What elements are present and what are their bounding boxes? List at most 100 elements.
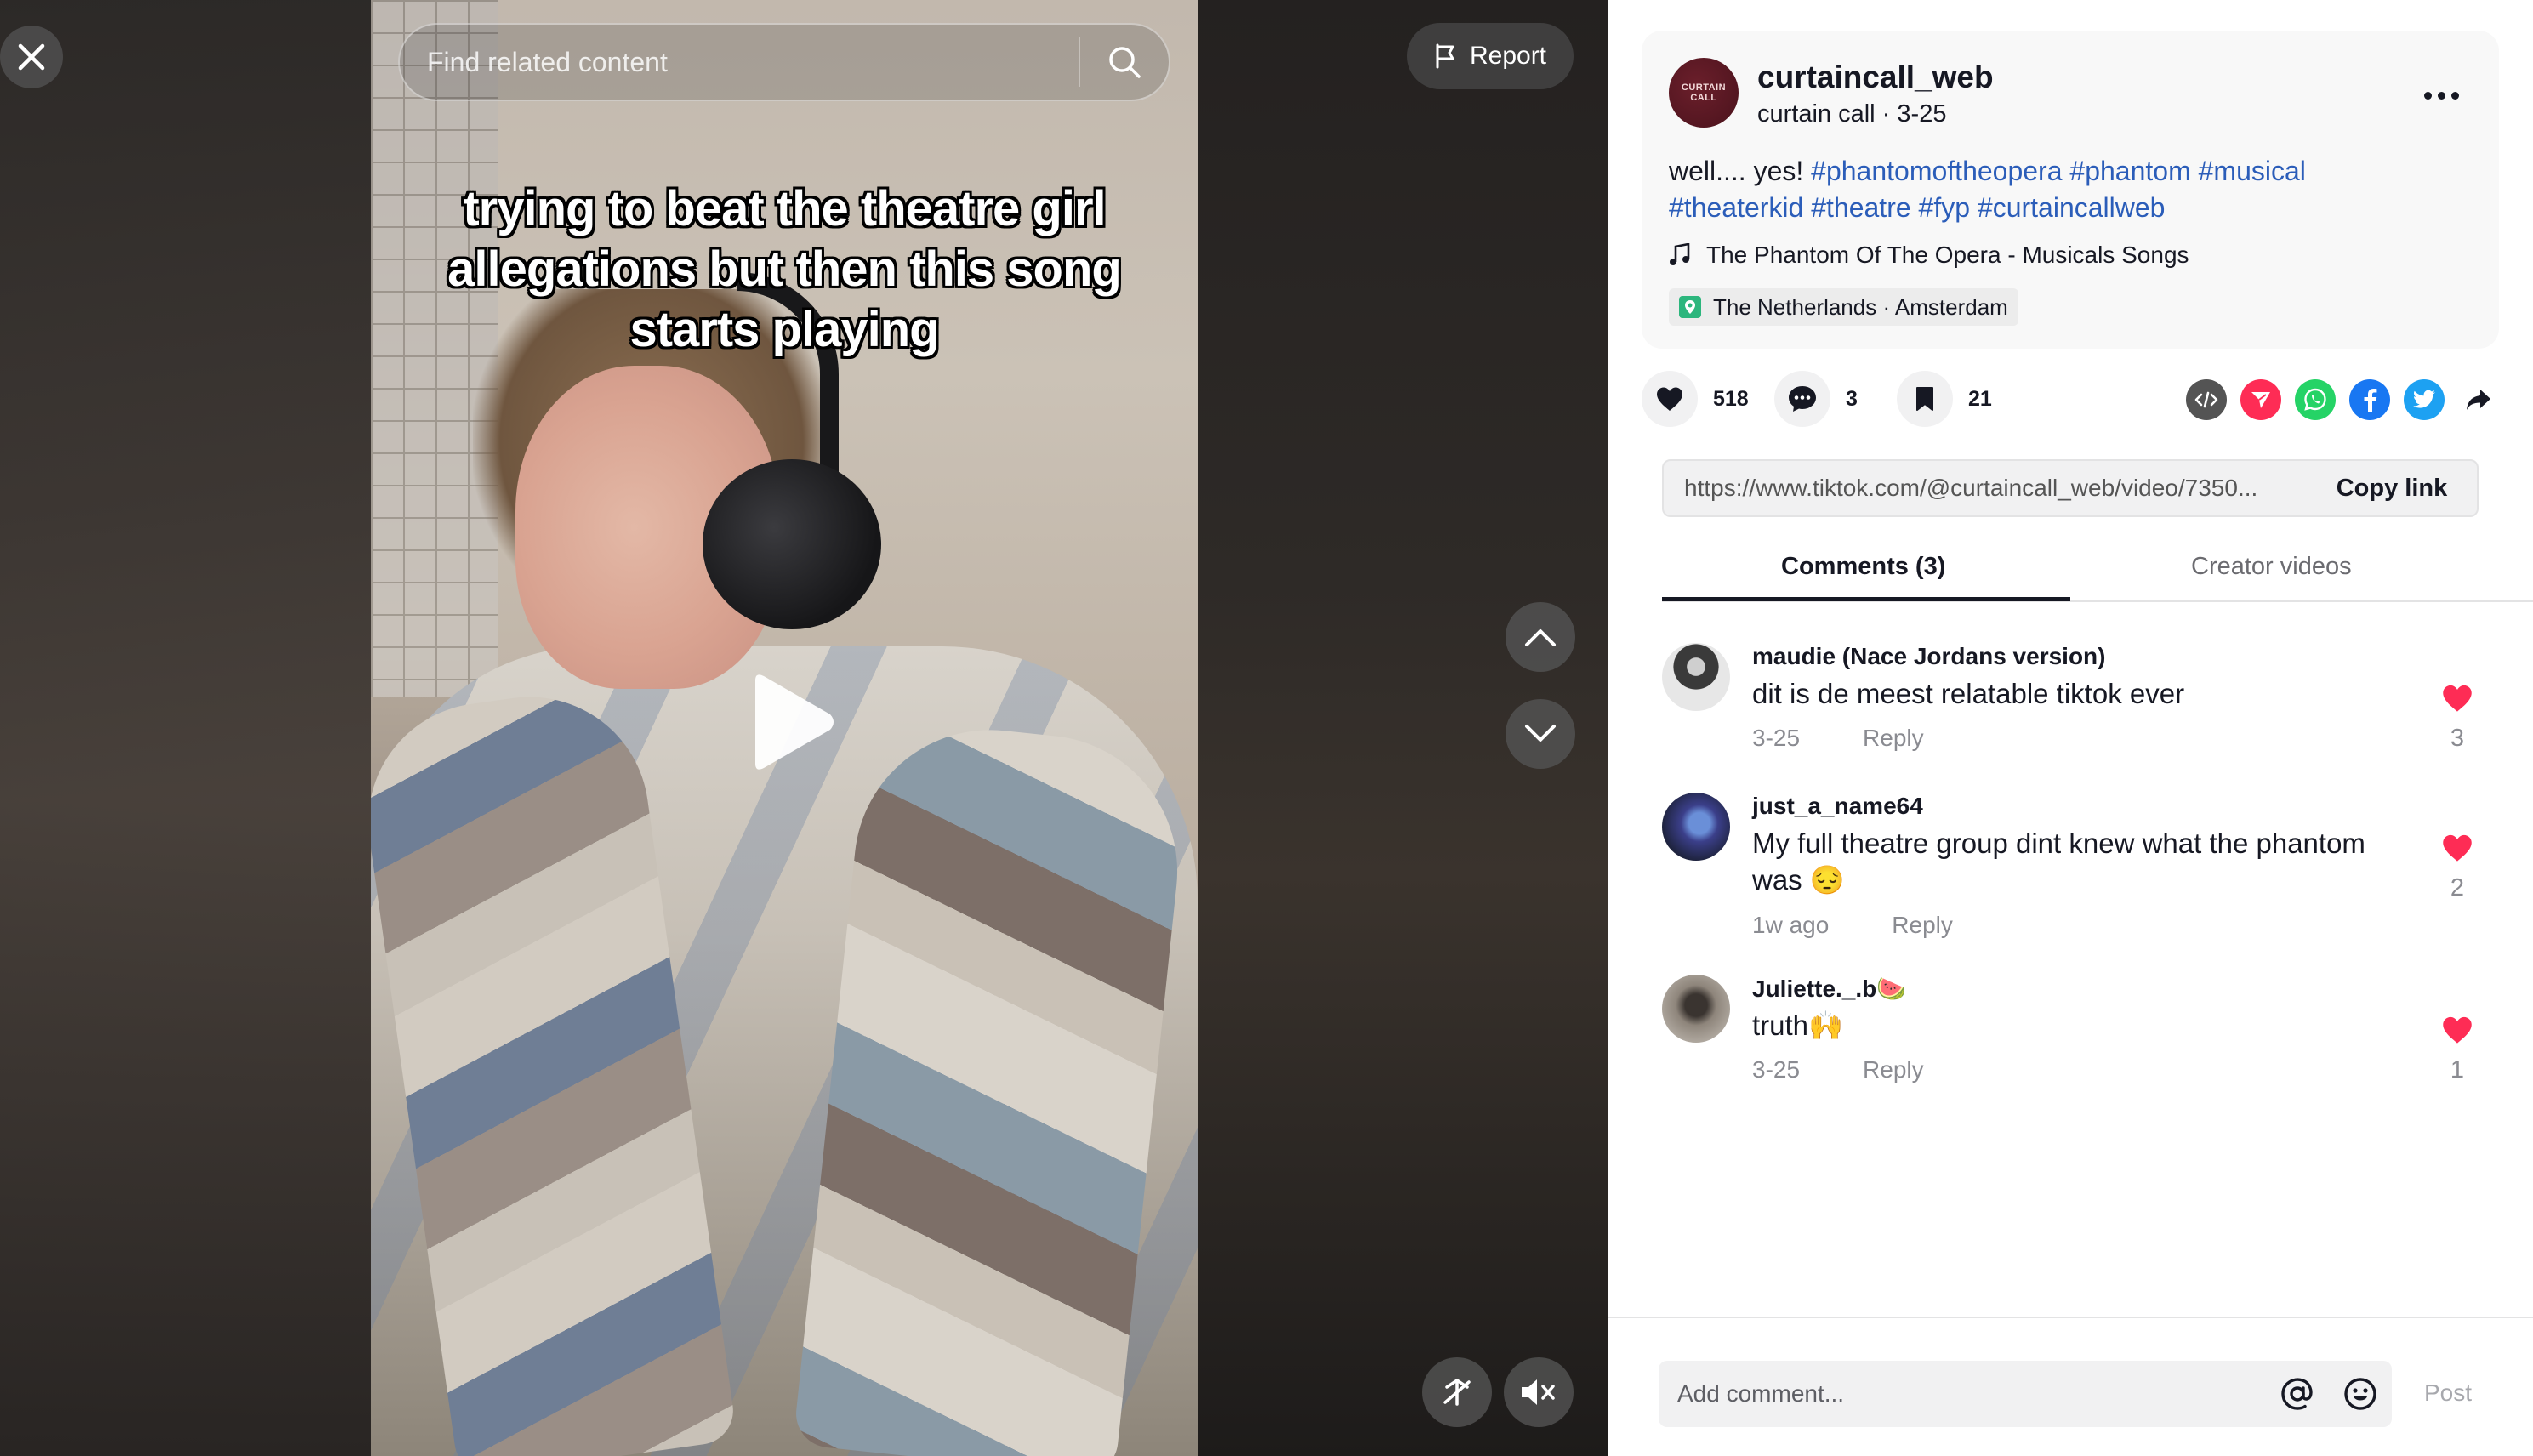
search-bar (398, 23, 1170, 101)
search-icon (1109, 47, 1141, 78)
hashtag-link[interactable]: #theatre (1811, 192, 1910, 223)
commenter-name[interactable]: just_a_name64 (1752, 793, 1923, 820)
music-link[interactable]: The Phantom Of The Opera - Musicals Song… (1669, 242, 2189, 269)
commenter-avatar[interactable] (1662, 643, 1730, 711)
commenter-name[interactable]: Juliette._.b🍉 (1752, 975, 1906, 1003)
add-comment-input[interactable] (1659, 1380, 2266, 1408)
mute-button[interactable] (1504, 1357, 1574, 1427)
blurred-background-left (0, 0, 371, 1456)
hashtag-link[interactable]: #curtaincallweb (1978, 192, 2166, 223)
copy-link-button[interactable]: Copy link (2307, 475, 2477, 503)
hashtag-link[interactable]: #phantom (2069, 156, 2190, 186)
save-button[interactable]: 21 (1897, 371, 1992, 427)
like-count: 518 (1713, 386, 1749, 411)
close-icon (18, 43, 45, 71)
previous-video-button[interactable] (1506, 602, 1575, 672)
comment-button[interactable]: 3 (1774, 371, 1858, 427)
whatsapp-button[interactable] (2295, 379, 2336, 420)
twitter-icon (2413, 390, 2435, 408)
video-stage: trying to beat the theatre girl allegati… (0, 0, 1608, 1456)
comment-like-button[interactable]: 2 (2436, 833, 2479, 902)
muted-speaker-icon (1522, 1379, 1555, 1405)
like-button[interactable]: 518 (1642, 371, 1749, 427)
comment-time: 1w ago (1752, 912, 1830, 938)
more-share-button[interactable] (2458, 379, 2499, 420)
search-button[interactable] (1080, 25, 1169, 100)
video-caption-overlay: trying to beat the theatre girl allegati… (447, 181, 1122, 357)
twitter-button[interactable] (2404, 379, 2445, 420)
details-panel: CURTAIN CALL curtaincall_web curtain cal… (1608, 0, 2533, 1456)
creator-avatar[interactable]: CURTAIN CALL (1669, 58, 1739, 128)
heart-icon (2443, 1016, 2472, 1044)
music-title: The Phantom Of The Opera - Musicals Song… (1706, 242, 2189, 268)
embed-icon (2194, 391, 2218, 408)
more-options-button[interactable] (2424, 78, 2475, 112)
share-arrow-icon (2467, 390, 2490, 410)
comment-like-button[interactable]: 3 (2436, 684, 2479, 753)
flag-icon (1436, 43, 1454, 69)
next-video-button[interactable] (1506, 699, 1575, 769)
hashtag-link[interactable]: #musical (2199, 156, 2306, 186)
comment-item: Juliette._.b🍉 truth🙌 3-25 Reply 1 (1662, 975, 2479, 1094)
active-tab-indicator (1662, 597, 2070, 601)
comment-text: dit is de meest relatable tiktok ever (1752, 678, 2185, 709)
whatsapp-icon (2304, 388, 2326, 411)
tab-bar: Comments (3) Creator videos (1662, 541, 2533, 602)
tab-comments[interactable]: Comments (3) (1781, 553, 1945, 581)
emoji-button[interactable] (2329, 1376, 2392, 1412)
hashtag-link[interactable]: #theaterkid (1669, 192, 1803, 223)
report-label: Report (1469, 42, 1547, 70)
comment-count: 3 (1846, 386, 1858, 411)
hashtag-link[interactable]: #fyp (1919, 192, 1970, 223)
embed-button[interactable] (2186, 379, 2227, 420)
facebook-button[interactable] (2349, 379, 2390, 420)
mention-button[interactable] (2266, 1376, 2329, 1412)
location-label: The Netherlands · Amsterdam (1713, 293, 2008, 320)
comment-time: 3-25 (1752, 1056, 1801, 1083)
comment-item: just_a_name64 My full theatre group dint… (1662, 793, 2479, 946)
bookmark-icon (1916, 387, 1933, 411)
post-comment-button[interactable]: Post (2424, 1379, 2472, 1407)
location-tag[interactable]: The Netherlands · Amsterdam (1669, 288, 2018, 326)
location-pin-icon (1679, 296, 1701, 318)
reply-button[interactable]: Reply (1863, 725, 1924, 752)
creator-username[interactable]: curtaincall_web (1757, 60, 1994, 95)
tab-creator-videos[interactable]: Creator videos (2191, 553, 2352, 581)
heart-icon (2443, 685, 2472, 712)
reply-button[interactable]: Reply (1863, 1056, 1924, 1083)
comment-bubble-icon (1789, 386, 1816, 412)
close-button[interactable] (0, 26, 63, 88)
reply-button[interactable]: Reply (1892, 912, 1953, 939)
heart-icon (1657, 387, 1682, 411)
share-options (2186, 379, 2499, 420)
comment-text: My full theatre group dint knew what the… (1752, 828, 2365, 896)
chevron-down-icon (1525, 725, 1556, 742)
floating-player-button[interactable] (1422, 1357, 1492, 1427)
emoji-icon (2344, 1378, 2376, 1410)
facebook-icon (2364, 389, 2377, 412)
creator-nickname-date: curtain call · 3-25 (1757, 100, 1947, 128)
commenter-avatar[interactable] (1662, 793, 1730, 861)
comment-like-count: 2 (2450, 874, 2465, 901)
add-comment-field (1659, 1361, 2392, 1427)
comment-like-count: 3 (2450, 725, 2465, 752)
at-mention-icon (2281, 1378, 2313, 1410)
music-note-icon (1670, 243, 1690, 265)
commenter-avatar[interactable] (1662, 975, 1730, 1043)
send-to-friends-button[interactable] (2240, 379, 2281, 420)
hashtag-link[interactable]: #phantomoftheopera (1811, 156, 2062, 186)
heart-icon (2443, 834, 2472, 862)
play-icon[interactable] (749, 672, 837, 772)
action-bar: 518 3 21 (1642, 371, 2499, 437)
comment-like-count: 1 (2450, 1056, 2465, 1083)
comment-like-button[interactable]: 1 (2436, 1015, 2479, 1084)
video-url[interactable]: https://www.tiktok.com/@curtaincall_web/… (1664, 475, 2307, 502)
report-button[interactable]: Report (1407, 23, 1574, 89)
commenter-name[interactable]: maudie (Nace Jordans version) (1752, 643, 2105, 670)
more-icon (2424, 91, 2432, 100)
comment-item: maudie (Nace Jordans version) dit is de … (1662, 643, 2479, 762)
search-input[interactable] (400, 25, 1079, 100)
save-count: 21 (1968, 386, 1992, 411)
chevron-up-icon (1525, 629, 1556, 646)
comment-time: 3-25 (1752, 725, 1801, 751)
